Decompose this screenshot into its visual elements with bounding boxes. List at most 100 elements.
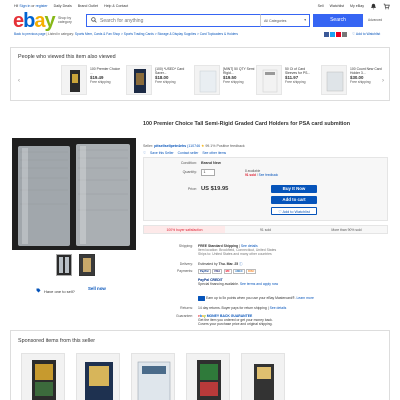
condition-value: Brand New — [201, 161, 221, 165]
sponsored-items: Sponsored items from this seller — [10, 330, 390, 400]
facebook-icon[interactable] — [324, 32, 329, 37]
main-product-image[interactable] — [12, 138, 136, 250]
pinterest-icon[interactable] — [336, 32, 341, 37]
category-path[interactable]: Sports Mem, Cards & Fan Shop > Sports Tr… — [75, 32, 238, 36]
watchlist-link[interactable]: Watchlist — [330, 4, 344, 8]
sponsored-item[interactable] — [131, 353, 175, 400]
seller-score-link[interactable]: (110746 — [187, 144, 200, 148]
cart-icon[interactable] — [383, 3, 390, 10]
watchlist-label: Add to Watchlist — [355, 32, 381, 36]
my-ebay-link[interactable]: My eBay — [350, 4, 364, 8]
sell-now-link[interactable]: Sell now — [88, 286, 106, 291]
search-placeholder: Search for anything — [100, 17, 144, 24]
daily-deals-link[interactable]: Daily Deals — [54, 4, 72, 8]
save-seller-link[interactable]: Save this Seller — [150, 151, 174, 155]
item-title: [MINT] 50 QTY Semi Rigid... — [223, 67, 255, 75]
register-link[interactable]: register — [36, 4, 48, 8]
ships-to: Ships to: United States and many other c… — [198, 252, 272, 256]
item-title-heading: 100 Premier Choice Tall Semi-Rigid Grade… — [143, 121, 350, 127]
chevron-down-icon: ▾ — [304, 18, 306, 22]
help-link[interactable]: Help & Contact — [104, 4, 128, 8]
info-icon[interactable]: ⓘ — [239, 262, 242, 266]
sold-stat: 91 sold — [260, 228, 271, 232]
category-label: category — [58, 20, 72, 25]
signin-area: Hi! Sign in or register — [14, 4, 48, 8]
sold-count[interactable]: 91 sold — [245, 173, 256, 177]
item-shipping: Free shipping — [350, 80, 371, 84]
advanced-search-link[interactable]: Advanced — [368, 18, 382, 22]
add-to-cart-button[interactable]: Add to cart — [271, 196, 317, 204]
price-value: US $19.95 — [201, 186, 229, 192]
back-link[interactable]: Back to previous page — [14, 32, 46, 36]
ebay-logo[interactable]: ebay — [13, 10, 56, 32]
carousel-next-icon[interactable]: › — [382, 78, 384, 84]
email-icon[interactable] — [342, 32, 347, 37]
item-thumbnail — [61, 65, 87, 95]
also-viewed-item[interactable]: 50 Ct of Card Sleeves for PS... $11.97 F… — [256, 65, 316, 95]
carousel-prev-icon[interactable]: ‹ — [18, 78, 20, 84]
item-thumbnail — [126, 65, 152, 95]
seller-actions: ♡ Save this Seller Contact seller See ot… — [143, 151, 226, 155]
item-shipping: Free shipping — [90, 80, 111, 84]
bell-icon[interactable] — [370, 3, 377, 10]
quantity-label: Quantity: — [182, 170, 197, 174]
twitter-icon[interactable] — [330, 32, 335, 37]
greeting: Hi! — [14, 4, 19, 8]
category-select[interactable]: All Categories ▾ — [260, 14, 310, 27]
image-thumbnail[interactable] — [79, 254, 95, 276]
returns-details-link[interactable]: See details — [270, 306, 287, 310]
top-nav: Hi! Sign in or register Daily Deals Bran… — [14, 3, 390, 9]
sponsored-item[interactable] — [21, 353, 65, 400]
contact-seller-link[interactable]: Contact seller — [178, 151, 199, 155]
category-select-value: All Categories — [264, 19, 287, 23]
sponsored-item[interactable] — [76, 353, 120, 400]
see-feedback-link[interactable]: See feedback — [259, 173, 279, 177]
image-thumbnail[interactable] — [56, 254, 72, 276]
more-sold-stat: More than 90% sold — [331, 228, 362, 232]
delivery-label: Delivery: — [179, 262, 193, 266]
also-viewed-item[interactable]: [MINT] 50 QTY Semi Rigid... $19.50 Free … — [194, 65, 254, 95]
signin-link[interactable]: Sign in — [19, 4, 30, 8]
sell-tag-icon — [36, 288, 41, 294]
add-to-watchlist-link[interactable]: ♡ Add to Watchlist — [352, 32, 380, 36]
add-watchlist-label: Add to Watchlist — [282, 210, 310, 214]
credit-apply-link[interactable]: See terms and apply now — [240, 282, 278, 286]
buy-it-now-button[interactable]: Buy It Now — [271, 185, 317, 193]
delivery-pre: Estimated by — [198, 262, 218, 266]
sponsored-item[interactable] — [186, 353, 230, 400]
also-viewed-item[interactable]: (100) *USED* Card Saver... $18.00 Free s… — [126, 65, 186, 95]
item-thumbnail — [194, 65, 220, 95]
item-shipping: Free shipping — [223, 80, 244, 84]
breadcrumb: Back to previous page | Listed in catego… — [14, 32, 324, 36]
brand-outlet-link[interactable]: Brand Outlet — [78, 4, 98, 8]
heart-icon: ♡ — [352, 32, 356, 36]
see-other-items-link[interactable]: See other items — [202, 151, 226, 155]
also-viewed-carousel: People who viewed this item also viewed … — [10, 47, 390, 101]
credit-text: Special financing available. — [198, 282, 239, 286]
item-thumbnail — [256, 65, 282, 95]
sell-link[interactable]: Sell — [318, 4, 324, 8]
seller-feedback: 99.1% Positive feedback — [205, 144, 245, 148]
or-text: or — [31, 4, 35, 8]
search-button[interactable]: Search — [313, 14, 363, 27]
logo-letter: y — [44, 10, 55, 32]
shipping-label: Shipping: — [178, 244, 193, 248]
search-input[interactable]: Search for anything — [86, 14, 260, 27]
price-label: Price: — [187, 187, 197, 191]
have-one-label: Have one to sell? — [44, 288, 75, 294]
learn-more-link[interactable]: Learn more — [296, 296, 313, 300]
shop-by-category-button[interactable]: Shop by category — [58, 16, 72, 25]
visa-icon: VISA — [212, 269, 223, 274]
seller-name-link[interactable]: pitsellsellpete4ehs — [154, 144, 186, 148]
guarantee-label: Guarantee: — [176, 314, 193, 318]
add-to-watchlist-button[interactable]: ♡ Add to Watchlist — [271, 207, 317, 215]
item-thumbnail — [321, 65, 347, 95]
sponsored-item[interactable] — [241, 353, 285, 400]
item-title: 50 Ct of Card Sleeves for PS... — [285, 67, 311, 75]
also-viewed-item[interactable]: 100 Premier Choice ... $19.49 Free shipp… — [61, 65, 121, 95]
availability: 8 available 91 sold / See feedback — [245, 169, 279, 177]
logo-letter: b — [23, 10, 35, 32]
quantity-input[interactable]: 1 — [201, 169, 215, 176]
logo-letter: a — [34, 10, 45, 32]
also-viewed-item[interactable]: 100 Count New Card Holder 3... $30.00 Fr… — [321, 65, 382, 95]
